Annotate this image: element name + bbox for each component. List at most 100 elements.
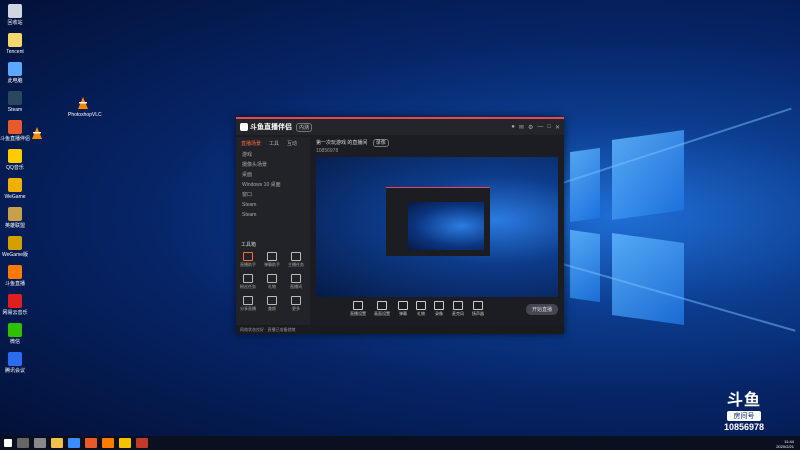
desktop-icon[interactable]: 此电脑 — [0, 62, 30, 84]
room-title: 第一次玩游戏 的直播间 — [316, 140, 368, 146]
tab-interact[interactable]: 互动 — [287, 140, 297, 147]
desktop-icon[interactable]: Tencent — [0, 33, 30, 55]
tool-label: 礼物 — [268, 284, 276, 289]
desktop-icon[interactable]: WeGame — [0, 178, 30, 200]
tool-icon — [243, 252, 253, 261]
control-label: 弹幕 — [399, 311, 407, 316]
desktop-icon[interactable]: 网易云音乐 — [0, 294, 30, 316]
control-icon — [434, 301, 444, 310]
desktop-icon-label: 回收站 — [7, 20, 23, 26]
desktop-icon-label: 英雄联盟 — [4, 223, 25, 229]
tool-label: 更多 — [292, 306, 300, 311]
bottom-control[interactable]: 录像 — [434, 301, 444, 317]
control-icon — [453, 301, 463, 310]
tool-label: 直播助手 — [240, 262, 256, 267]
bottom-control[interactable]: 直播设置 — [350, 301, 366, 317]
bottom-control[interactable]: 画面设置 — [374, 301, 390, 317]
vlc-desktop-icon[interactable]: PhotoshopVLC — [68, 96, 102, 118]
vlc-desktop-icon-2[interactable] — [22, 126, 52, 142]
go-live-button[interactable]: 开始直播 — [525, 303, 558, 315]
close-icon[interactable]: ✕ — [555, 124, 560, 131]
desktop-icon-label: 此电脑 — [7, 78, 23, 84]
tool-item[interactable]: 直播助手 — [236, 252, 260, 268]
tool-item[interactable]: 美颜 — [260, 296, 284, 312]
app-taskbar-icon[interactable] — [102, 438, 114, 448]
desktop-icon[interactable]: 回收站 — [0, 4, 30, 26]
room-badge: 录像 — [372, 139, 389, 147]
scene-item[interactable]: Windows 10 桌面 — [236, 180, 310, 190]
stream-preview[interactable] — [316, 157, 558, 297]
tool-item[interactable]: 粉丝任务 — [236, 274, 260, 290]
search-icon[interactable] — [17, 438, 29, 448]
bottom-control[interactable]: 弹幕 — [398, 301, 408, 317]
desktop-icon[interactable]: 微信 — [0, 323, 30, 345]
tab-tools[interactable]: 工具 — [269, 140, 279, 147]
scene-item[interactable]: Steam — [236, 210, 310, 220]
tool-item[interactable]: 礼物 — [260, 274, 284, 290]
minimize-icon[interactable]: — — [537, 124, 543, 131]
taskbar-clock[interactable]: 11:44 2020/2/21 — [776, 439, 794, 449]
window-controls: ● ✉ ⚙ — □ ✕ — [511, 124, 560, 131]
scene-item[interactable]: 桌面 — [236, 170, 310, 180]
bottom-control[interactable]: 麦克风 — [452, 301, 464, 317]
desktop-icon[interactable]: 英雄联盟 — [0, 207, 30, 229]
tool-label: 粉丝任务 — [240, 284, 256, 289]
app-icon — [8, 4, 22, 18]
desktop-icon-label: 微信 — [9, 339, 20, 345]
streaming-app-window[interactable]: 斗鱼直播伴侣 内测 ● ✉ ⚙ — □ ✕ 直播场景 工具 互动 游戏 摄像头场景… — [236, 117, 564, 334]
tool-item[interactable]: 直播间 — [284, 274, 308, 290]
mail-icon[interactable]: ✉ — [519, 124, 524, 131]
scene-item[interactable]: 窗口 — [236, 190, 310, 200]
watermark-room-number: 10856978 — [723, 422, 765, 432]
avatar-icon[interactable]: ● — [511, 124, 515, 131]
desktop-icon[interactable]: 腾讯会议 — [0, 352, 30, 374]
tool-item[interactable]: 更多 — [284, 296, 308, 312]
app-icon — [8, 62, 22, 76]
tool-icon — [267, 274, 277, 283]
tool-icon — [291, 252, 301, 261]
app-icon — [8, 323, 22, 337]
room-id: 10856978 — [316, 148, 339, 154]
scene-tabs: 直播场景 工具 互动 — [236, 137, 310, 150]
bottom-control[interactable]: 扬声器 — [472, 301, 484, 317]
app-title: 斗鱼直播伴侣 — [250, 124, 292, 131]
app-icon — [8, 207, 22, 221]
desktop-icon[interactable]: QQ音乐 — [0, 149, 30, 171]
browser-taskbar-icon[interactable] — [68, 438, 80, 448]
desktop-icon[interactable]: 斗鱼直播 — [0, 265, 30, 287]
tool-items: 直播助手 弹幕助手 主播任务粉丝任务 礼物 直播间分享直播 美颜 更多 — [236, 252, 310, 318]
clock-date: 2020/2/21 — [776, 444, 794, 449]
desktop-icon-label: QQ音乐 — [6, 165, 24, 171]
nested-app-preview — [386, 187, 490, 256]
explorer-taskbar-icon[interactable] — [51, 438, 63, 448]
control-icon — [398, 301, 408, 310]
control-label: 麦克风 — [452, 311, 464, 316]
game-taskbar-icon[interactable] — [119, 438, 131, 448]
tool-icon — [291, 296, 301, 305]
desktop-icon-label: WeGame — [4, 194, 26, 200]
tool-label: 直播间 — [290, 284, 302, 289]
tool-item[interactable]: 弹幕助手 — [260, 252, 284, 268]
bottom-control[interactable]: 礼物 — [416, 301, 426, 317]
desktop-icon[interactable]: Steam — [0, 91, 30, 113]
task-view-icon[interactable] — [34, 438, 46, 448]
scene-item[interactable]: Steam — [236, 200, 310, 210]
desktop-icon[interactable]: WeGame版 — [0, 236, 30, 258]
gear-icon[interactable]: ⚙ — [528, 124, 533, 131]
status-text: 网络状态良好 · 直播已准备就绪 — [240, 326, 296, 332]
app-icon — [8, 91, 22, 105]
watermark-brand: 斗鱼 — [726, 392, 761, 409]
maximize-icon[interactable]: □ — [547, 124, 551, 131]
tool-label: 弹幕助手 — [264, 262, 280, 267]
app-icon — [8, 265, 22, 279]
scene-item[interactable]: 摄像头场景 — [236, 160, 310, 170]
tool-item[interactable]: 主播任务 — [284, 252, 308, 268]
scene-item[interactable]: 游戏 — [236, 150, 310, 160]
douyu-taskbar-icon[interactable] — [85, 438, 97, 448]
media-taskbar-icon[interactable] — [136, 438, 148, 448]
watermark-room-label: 房间号 — [727, 411, 761, 421]
tab-scenes[interactable]: 直播场景 — [241, 140, 261, 147]
start-icon[interactable] — [4, 439, 12, 447]
tool-item[interactable]: 分享直播 — [236, 296, 260, 312]
scene-list: 游戏 摄像头场景 桌面 Windows 10 桌面 窗口 Steam Steam — [236, 150, 310, 220]
